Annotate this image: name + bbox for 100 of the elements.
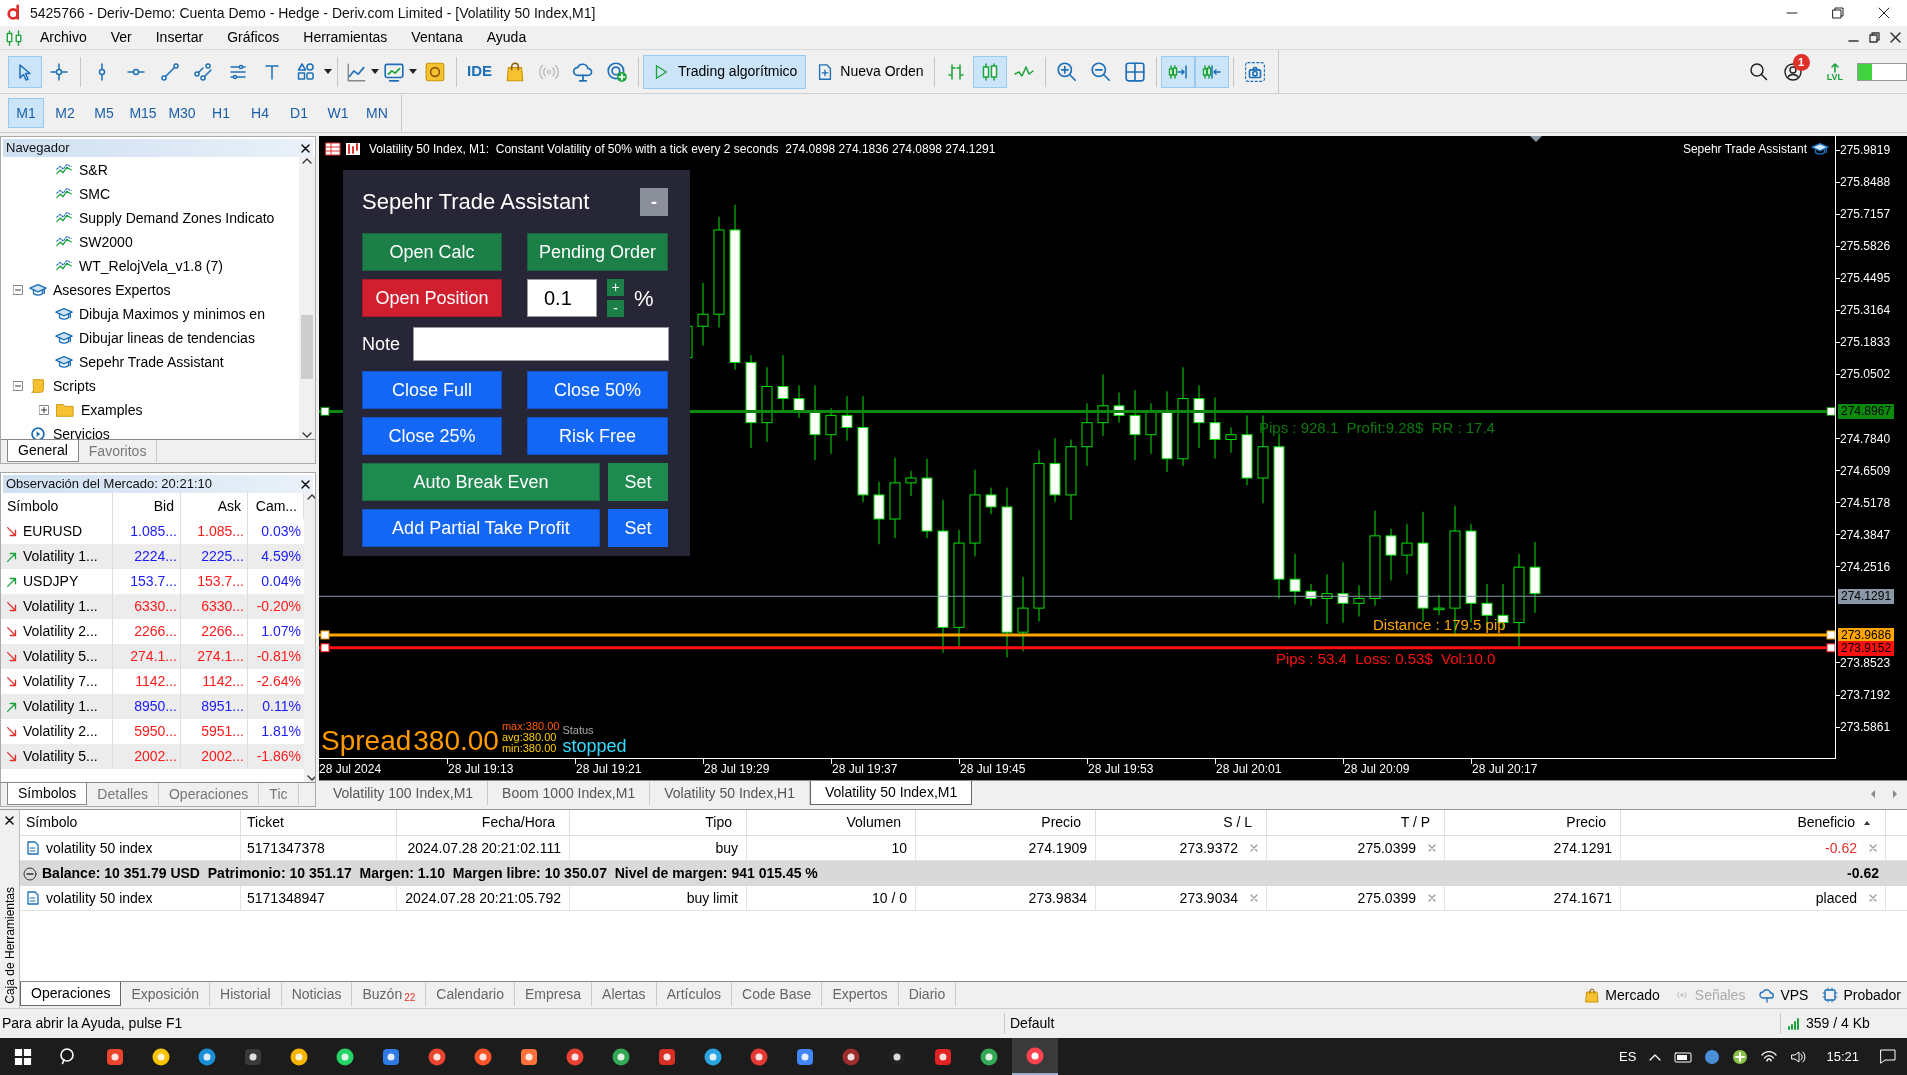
chart-tab[interactable]: Volatility 100 Index,M1 xyxy=(319,781,489,805)
menu-item[interactable]: Gráficos xyxy=(215,26,292,49)
symbol-cell[interactable]: Volatility 1... xyxy=(23,546,98,567)
scrollbar-thumb[interactable] xyxy=(301,315,313,379)
algo-trading-button[interactable]: Trading algorítmico xyxy=(643,54,807,89)
auto-scroll-button[interactable] xyxy=(1160,55,1195,88)
ide-button[interactable]: IDE xyxy=(461,55,498,88)
toolbox-tab[interactable]: Empresa xyxy=(515,982,593,1006)
remove-icon[interactable] xyxy=(1869,844,1877,852)
column-header[interactable]: Símbolo xyxy=(26,812,78,833)
toolbox-tab[interactable]: Calendario xyxy=(426,982,515,1006)
remove-icon[interactable] xyxy=(1869,894,1877,902)
symbol-cell[interactable]: Volatility 1... xyxy=(23,596,98,617)
toolbox-tab[interactable]: Diario xyxy=(898,982,957,1006)
tree-item[interactable]: WT_RelojVela_v1.8 (7) xyxy=(1,254,299,278)
timeframe-button[interactable]: M5 xyxy=(86,98,122,128)
panel-tab[interactable]: Favoritos xyxy=(78,440,158,462)
symbol-cell[interactable]: Volatility 5... xyxy=(23,646,98,667)
tree-item[interactable]: Asesores Expertos xyxy=(1,278,299,302)
tree-item[interactable]: Supply Demand Zones Indicato xyxy=(1,206,299,230)
remove-icon[interactable] xyxy=(1428,844,1436,852)
chart-template-icon[interactable] xyxy=(383,60,405,83)
tree-item[interactable]: Dibuja Maximos y minimos en xyxy=(1,302,299,326)
cloud-icon[interactable] xyxy=(572,60,594,83)
timeframe-button[interactable]: MN xyxy=(359,98,395,128)
timeframe-button[interactable]: W1 xyxy=(320,98,356,128)
timeframe-button[interactable]: M1 xyxy=(8,98,44,128)
panel-button[interactable]: Open Position xyxy=(362,279,502,317)
toolbox-tab[interactable]: Noticias xyxy=(281,982,353,1006)
grid-icon[interactable] xyxy=(1123,60,1146,83)
note-field[interactable] xyxy=(413,327,669,361)
menu-item[interactable]: Ver xyxy=(98,26,144,49)
column-header[interactable]: Ticket xyxy=(247,812,284,833)
windows-logo-icon[interactable] xyxy=(14,1047,32,1066)
menu-item[interactable]: Archivo xyxy=(28,26,99,49)
zoom-in-icon[interactable] xyxy=(1055,60,1078,83)
timeframe-button[interactable]: H1 xyxy=(203,98,239,128)
panel-button[interactable]: Close 25% xyxy=(362,417,502,455)
tree-item[interactable]: SW2000 xyxy=(1,230,299,254)
panel-button[interactable]: Close Full xyxy=(362,371,502,409)
column-header[interactable]: Precio xyxy=(1041,812,1081,833)
toolbox-tab[interactable]: Historial xyxy=(210,982,282,1006)
expander-icon[interactable] xyxy=(13,285,23,295)
close-icon[interactable] xyxy=(301,479,310,489)
coin-icon[interactable] xyxy=(424,60,446,83)
tab-left-icon[interactable] xyxy=(1869,789,1877,799)
screenshot-icon[interactable] xyxy=(1243,60,1266,83)
risk-field[interactable]: 0.1 xyxy=(527,279,597,317)
shopping-bag-icon[interactable] xyxy=(504,60,526,83)
chart-tab[interactable]: Volatility 50 Index,M1 xyxy=(809,781,973,805)
toolbox-tab[interactable]: Expertos xyxy=(822,982,899,1006)
clock[interactable]: 15:21 xyxy=(1826,1046,1859,1067)
tray-app-icon[interactable] xyxy=(1732,1048,1749,1065)
panel-tab[interactable]: Tic xyxy=(259,783,299,805)
timeframe-button[interactable]: M15 xyxy=(125,98,161,128)
panel-tab[interactable]: General xyxy=(7,440,79,462)
timeframe-button[interactable]: M30 xyxy=(164,98,200,128)
inner-restore-icon[interactable] xyxy=(1869,32,1880,43)
service-button[interactable]: Probador xyxy=(1822,984,1901,1006)
tree-item[interactable]: SMC xyxy=(1,182,299,206)
timeframe-button[interactable]: M2 xyxy=(47,98,83,128)
tree-item[interactable]: Sepehr Trade Assistant xyxy=(1,350,299,374)
stop-loss-line[interactable] xyxy=(319,643,1835,653)
service-button[interactable]: Mercado xyxy=(1584,984,1660,1006)
close-icon[interactable] xyxy=(5,816,14,825)
symbol-cell[interactable]: Volatility 7... xyxy=(23,671,98,692)
toolbox-tab[interactable]: Alertas xyxy=(592,982,657,1006)
scrollbar[interactable] xyxy=(299,157,315,439)
collapse-icon[interactable] xyxy=(23,866,37,881)
search-icon[interactable] xyxy=(1748,61,1769,82)
panel-button[interactable]: Auto Break Even xyxy=(362,463,600,501)
target-plus-icon[interactable] xyxy=(606,60,628,83)
expander-icon[interactable] xyxy=(39,405,49,415)
menu-item[interactable]: Insertar xyxy=(143,26,216,49)
tree-item[interactable]: Scripts xyxy=(1,374,299,398)
panel-button[interactable]: Pending Order xyxy=(527,233,668,271)
zoom-out-icon[interactable] xyxy=(1089,60,1112,83)
tree-item[interactable]: Examples xyxy=(1,398,299,422)
language-indicator[interactable]: ES xyxy=(1619,1046,1637,1067)
decrease-button[interactable]: - xyxy=(607,300,624,317)
menu-item[interactable]: Herramientas xyxy=(291,26,400,49)
symbol-cell[interactable]: Volatility 2... xyxy=(23,621,98,642)
symbol-cell[interactable]: USDJPY xyxy=(23,571,79,592)
tree-item[interactable]: Servicios xyxy=(1,422,299,439)
set-button[interactable]: Set xyxy=(608,463,668,501)
menu-item[interactable]: Ventana xyxy=(399,26,475,49)
cursor-button[interactable] xyxy=(8,55,42,88)
tree-item[interactable]: Dibujar lineas de tendencias xyxy=(1,326,299,350)
symbol-cell[interactable]: Volatility 1... xyxy=(23,696,98,717)
toolbox-tab[interactable]: Artículos xyxy=(656,982,733,1006)
panel-button[interactable]: Risk Free xyxy=(527,417,668,455)
toolbox-tab[interactable]: Exposición xyxy=(121,982,211,1006)
column-header[interactable]: Volumen xyxy=(846,812,901,833)
panel-button[interactable]: Open Calc xyxy=(362,233,502,271)
chart-tab[interactable]: Boom 1000 Index,M1 xyxy=(488,781,651,805)
timeframe-button[interactable]: D1 xyxy=(281,98,317,128)
column-header[interactable]: Fecha/Hora xyxy=(481,812,555,833)
toolbox-tab[interactable]: Operaciones xyxy=(20,982,122,1006)
close-icon[interactable] xyxy=(301,143,310,153)
panel-tab[interactable]: Operaciones xyxy=(158,783,260,805)
